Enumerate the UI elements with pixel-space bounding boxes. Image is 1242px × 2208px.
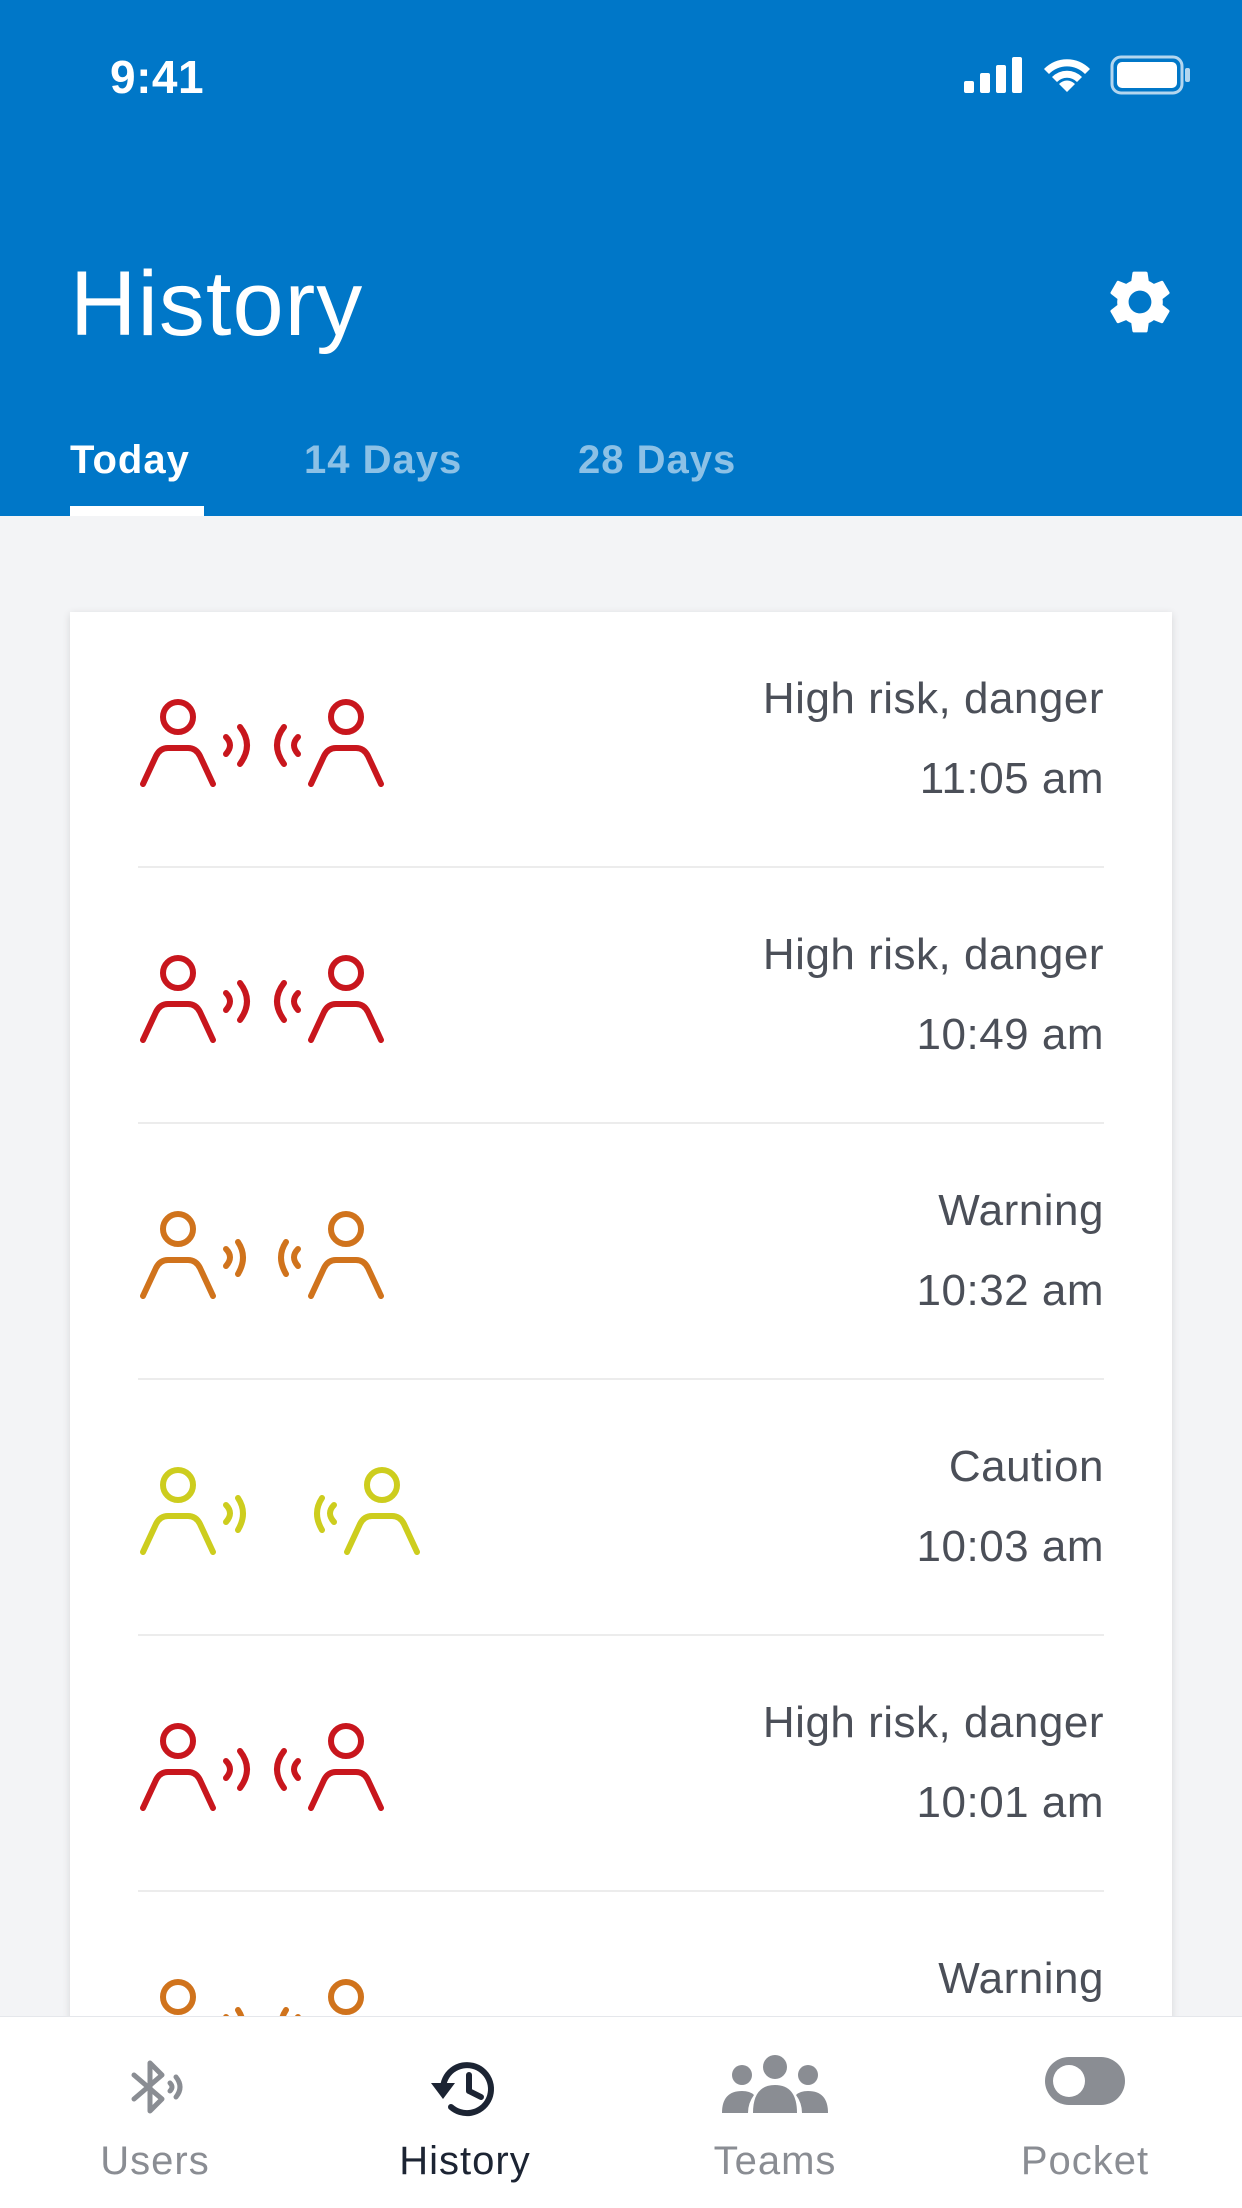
bottom-nav: Users History Teams Pocket [0, 2016, 1242, 2208]
history-item[interactable]: High risk, danger 10:01 am [138, 1636, 1104, 1892]
nav-pocket[interactable]: Pocket [930, 2017, 1240, 2208]
history-status: High risk, danger [762, 1698, 1104, 1747]
history-time: 10:49 am [916, 1010, 1104, 1059]
history-item[interactable]: Warning 10:32 am [138, 1124, 1104, 1380]
history-item[interactable]: Caution 10:03 am [138, 1380, 1104, 1636]
tab-28-days[interactable]: 28 Days [578, 438, 736, 483]
teams-icon [722, 2055, 828, 2113]
nav-teams-label: Teams [713, 2139, 837, 2183]
history-item[interactable]: High risk, danger 10:49 am [138, 868, 1104, 1124]
history-time: 11:05 am [919, 754, 1104, 803]
nav-users-label: Users [100, 2139, 210, 2183]
history-icon [431, 2062, 494, 2117]
proximity-warning-icon [140, 1211, 384, 1299]
history-status: High risk, danger [762, 674, 1104, 723]
proximity-caution-icon [140, 1467, 420, 1555]
page-title: History [70, 253, 364, 355]
history-item[interactable]: High risk, danger 11:05 am [138, 612, 1104, 868]
history-list: High risk, danger 11:05 am High risk, da… [70, 612, 1172, 2042]
app-header: 9:41 History Today 14 Days 28 Days [0, 0, 1242, 516]
proximity-danger-icon [140, 955, 384, 1043]
nav-users[interactable]: Users [0, 2017, 310, 2208]
battery-icon [1110, 55, 1190, 95]
toggle-icon [1045, 2057, 1125, 2105]
tab-today[interactable]: Today [70, 438, 190, 483]
history-status: Warning [938, 1186, 1104, 1235]
history-time: 10:01 am [916, 1778, 1104, 1827]
nav-history-label: History [399, 2139, 531, 2183]
nav-history[interactable]: History [310, 2017, 620, 2208]
proximity-danger-icon [140, 699, 384, 787]
status-time: 9:41 [110, 51, 205, 103]
active-tab-indicator [70, 506, 204, 516]
status-icons [964, 55, 1192, 95]
history-screen: 9:41 History Today 14 Days 28 Days High … [0, 0, 1242, 2208]
history-time: 10:32 am [916, 1266, 1104, 1315]
history-status: Caution [948, 1442, 1104, 1491]
settings-gear-icon[interactable] [1102, 264, 1178, 340]
history-status: High risk, danger [762, 930, 1104, 979]
tab-14-days[interactable]: 14 Days [304, 438, 462, 483]
history-status: Warning [938, 1954, 1104, 2003]
wifi-icon [1044, 59, 1090, 92]
period-tabs: Today 14 Days 28 Days [0, 430, 1242, 516]
bluetooth-icon [131, 2060, 183, 2114]
proximity-danger-icon [140, 1723, 384, 1811]
history-time: 10:03 am [916, 1522, 1104, 1571]
nav-pocket-label: Pocket [1020, 2139, 1150, 2183]
signal-icon [964, 57, 1022, 93]
nav-teams[interactable]: Teams [620, 2017, 930, 2208]
